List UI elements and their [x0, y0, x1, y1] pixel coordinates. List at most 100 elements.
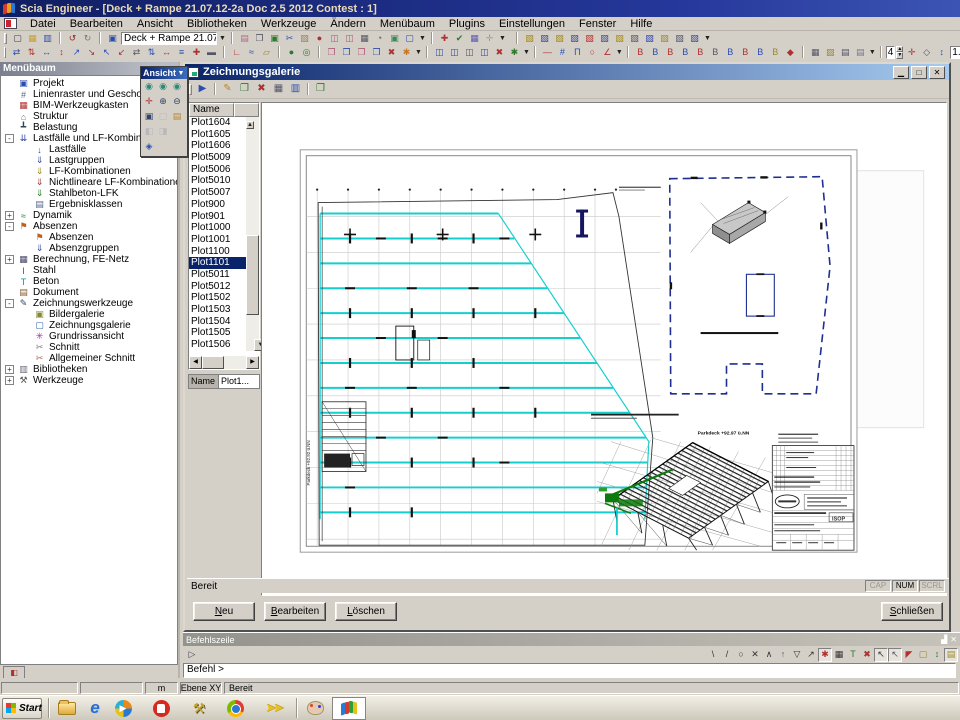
cursor-height-icon[interactable]: ↕ — [930, 648, 944, 662]
zoom-in-icon[interactable]: ⊕ — [156, 95, 170, 108]
media-player-icon[interactable]: ▶ — [112, 697, 134, 719]
plot-list-item[interactable]: Plot5006 — [189, 164, 246, 176]
layer-icon-11[interactable]: ▧ — [672, 32, 687, 45]
grid-step-spinner[interactable]: ▲▼ — [896, 46, 903, 59]
zeichnungsgalerie-title-bar[interactable]: Zeichnungsgalerie ▁ □ ✕ — [185, 64, 949, 80]
multicopy-icon-5[interactable]: ✖ — [384, 46, 399, 59]
toolbar-overflow-icon[interactable]: ▼ — [703, 32, 712, 45]
angle-icon[interactable]: ∠ — [600, 46, 615, 59]
toolbar-overflow-icon[interactable]: ▼ — [616, 46, 623, 59]
clipboard-icon[interactable]: ▤ — [237, 32, 252, 45]
tree-item[interactable]: ▤ Ergebnisklassen — [1, 199, 177, 210]
snap-orthogonal-icon[interactable]: T — [846, 648, 860, 662]
project-combo[interactable]: Deck + Rampe 21.07▼ — [121, 32, 217, 45]
plot-list-item[interactable]: Plot1605 — [189, 129, 246, 141]
scrollbar-thumb[interactable] — [246, 235, 259, 315]
plot-list-item[interactable]: Plot1101 — [189, 257, 246, 269]
tree-expander-icon[interactable] — [5, 123, 14, 132]
drawing-canvas[interactable]: Parkdeck +92.92 ü.NN — [261, 102, 947, 596]
stretch-icon[interactable]: ↙ — [114, 46, 129, 59]
menu-item[interactable]: Einstellungen — [492, 17, 572, 31]
points-icon[interactable]: ◎ — [299, 46, 314, 59]
tree-item[interactable]: ⇓ Absenzgruppen — [1, 243, 177, 254]
tree-item[interactable]: + ▥ Bibliotheken — [1, 364, 177, 375]
viewport-icon-4[interactable]: ◫ — [477, 46, 492, 59]
panel-pin-icon[interactable]: ▟ — [941, 635, 947, 644]
cursor-corner-icon[interactable]: ◤ — [902, 648, 916, 662]
plot-list-item[interactable]: Plot1604 — [189, 117, 246, 129]
snap-center-icon[interactable]: ○ — [734, 648, 748, 662]
scroll-right-icon[interactable]: ▶ — [246, 356, 259, 369]
menu-item[interactable]: Ändern — [323, 17, 372, 31]
layer-icon-1[interactable]: ▧ — [522, 32, 537, 45]
scroll-up-icon[interactable]: ▲ — [246, 121, 254, 129]
menu-item[interactable]: Bearbeiten — [63, 17, 130, 31]
view-direction-y-icon[interactable]: ◉ — [156, 80, 170, 93]
multicopy-icon-6[interactable]: ✱ — [399, 46, 414, 59]
snap-tangent-icon[interactable]: ▽ — [790, 648, 804, 662]
plot-list-item[interactable]: Plot1100 — [189, 246, 246, 258]
menu-item[interactable]: Bibliotheken — [180, 17, 254, 31]
plot-list-item[interactable]: Plot900 — [189, 199, 246, 211]
tree-expander-icon[interactable] — [5, 101, 14, 110]
schliessen-button[interactable]: Schließen — [881, 602, 943, 621]
snap-midpoint-icon[interactable]: / — [720, 648, 734, 662]
tree-expander-icon[interactable] — [5, 112, 14, 121]
beam-tool-icon-5[interactable]: B — [693, 46, 708, 59]
snap-node-icon[interactable]: ↑ — [776, 648, 790, 662]
next-view-icon[interactable]: ◨ — [156, 125, 170, 138]
plot-list-item[interactable]: Plot1000 — [189, 222, 246, 234]
cursor-box-icon[interactable]: ▢ — [916, 648, 930, 662]
point-icon[interactable]: ● — [284, 46, 299, 59]
snap-step-icon[interactable]: ✛ — [904, 46, 919, 59]
add-icon[interactable]: ✚ — [189, 46, 204, 59]
snap-grid-icon[interactable]: ▦ — [832, 648, 846, 662]
loeschen-button[interactable]: Löschen — [335, 602, 397, 621]
tree-item[interactable]: ⇓ Stahlbeton-LFK — [1, 188, 177, 199]
copy-node-icon[interactable]: ⇅ — [24, 46, 39, 59]
hand-icon[interactable] — [150, 697, 172, 719]
redo-icon[interactable]: ↻ — [80, 32, 95, 45]
dimension-icon[interactable]: ↕ — [934, 46, 949, 59]
menu-item[interactable]: Plugins — [442, 17, 492, 31]
check-icon[interactable]: ✔ — [452, 32, 467, 45]
mirror-icon[interactable]: ↘ — [84, 46, 99, 59]
print-plot-icon[interactable]: ▦ — [270, 81, 287, 97]
beam-tool-icon-8[interactable]: B — [738, 46, 753, 59]
tree-item[interactable]: ⚑ Absenzen — [1, 232, 177, 243]
internet-explorer-icon[interactable]: e — [84, 697, 106, 719]
print-preview-icon[interactable]: ◔ — [372, 32, 387, 45]
tree-expander-icon[interactable]: + — [5, 365, 14, 374]
plot-list-item[interactable]: Plot5007 — [189, 187, 246, 199]
list-vertical-scrollbar[interactable]: ▲ ▼ — [246, 117, 259, 351]
explorer-icon[interactable] — [56, 697, 78, 719]
layer-icon-9[interactable]: ▧ — [642, 32, 657, 45]
export-plot-icon[interactable]: ▥ — [287, 81, 304, 97]
tree-expander-icon[interactable] — [5, 79, 14, 88]
curve-icon[interactable]: ≈ — [244, 46, 259, 59]
window-split-icon[interactable]: ◫ — [327, 32, 342, 45]
new-document-icon[interactable]: ▢ — [10, 32, 25, 45]
save-view-icon[interactable]: ▤ — [170, 110, 184, 123]
join-icon[interactable]: ▬ — [204, 46, 219, 59]
menu-item[interactable]: Werkzeuge — [254, 17, 323, 31]
layer-icon-4[interactable]: ▧ — [567, 32, 582, 45]
zoom-out-icon[interactable]: ⊖ — [170, 95, 184, 108]
polygon-icon[interactable]: ▱ — [259, 46, 274, 59]
tree-item[interactable]: ▤ Dokument — [1, 287, 177, 298]
window-new-icon[interactable]: ◫ — [342, 32, 357, 45]
tree-item[interactable]: + ▦ Berechnung, FE-Netz — [1, 254, 177, 265]
plot-list-item[interactable]: Plot1505 — [189, 327, 246, 339]
menu-item[interactable]: Fenster — [572, 17, 623, 31]
tree-expander-icon[interactable] — [21, 178, 30, 187]
tree-item[interactable]: ▢ Zeichnungsgalerie — [1, 320, 177, 331]
cursor-select-icon[interactable]: ↖ — [874, 648, 888, 662]
tree-item[interactable]: - ⚑ Absenzen — [1, 221, 177, 232]
beam-tool-icon-10[interactable]: B — [768, 46, 783, 59]
frame-icon[interactable]: Π — [570, 46, 585, 59]
child-window-icon[interactable] — [4, 18, 17, 29]
mesh-sphere-icon[interactable]: ● — [312, 32, 327, 45]
plot-list-item[interactable]: Plot901 — [189, 211, 246, 223]
document-icon[interactable]: ▢ — [402, 32, 417, 45]
tree-item[interactable]: - ✎ Zeichnungswerkzeuge — [1, 298, 177, 309]
